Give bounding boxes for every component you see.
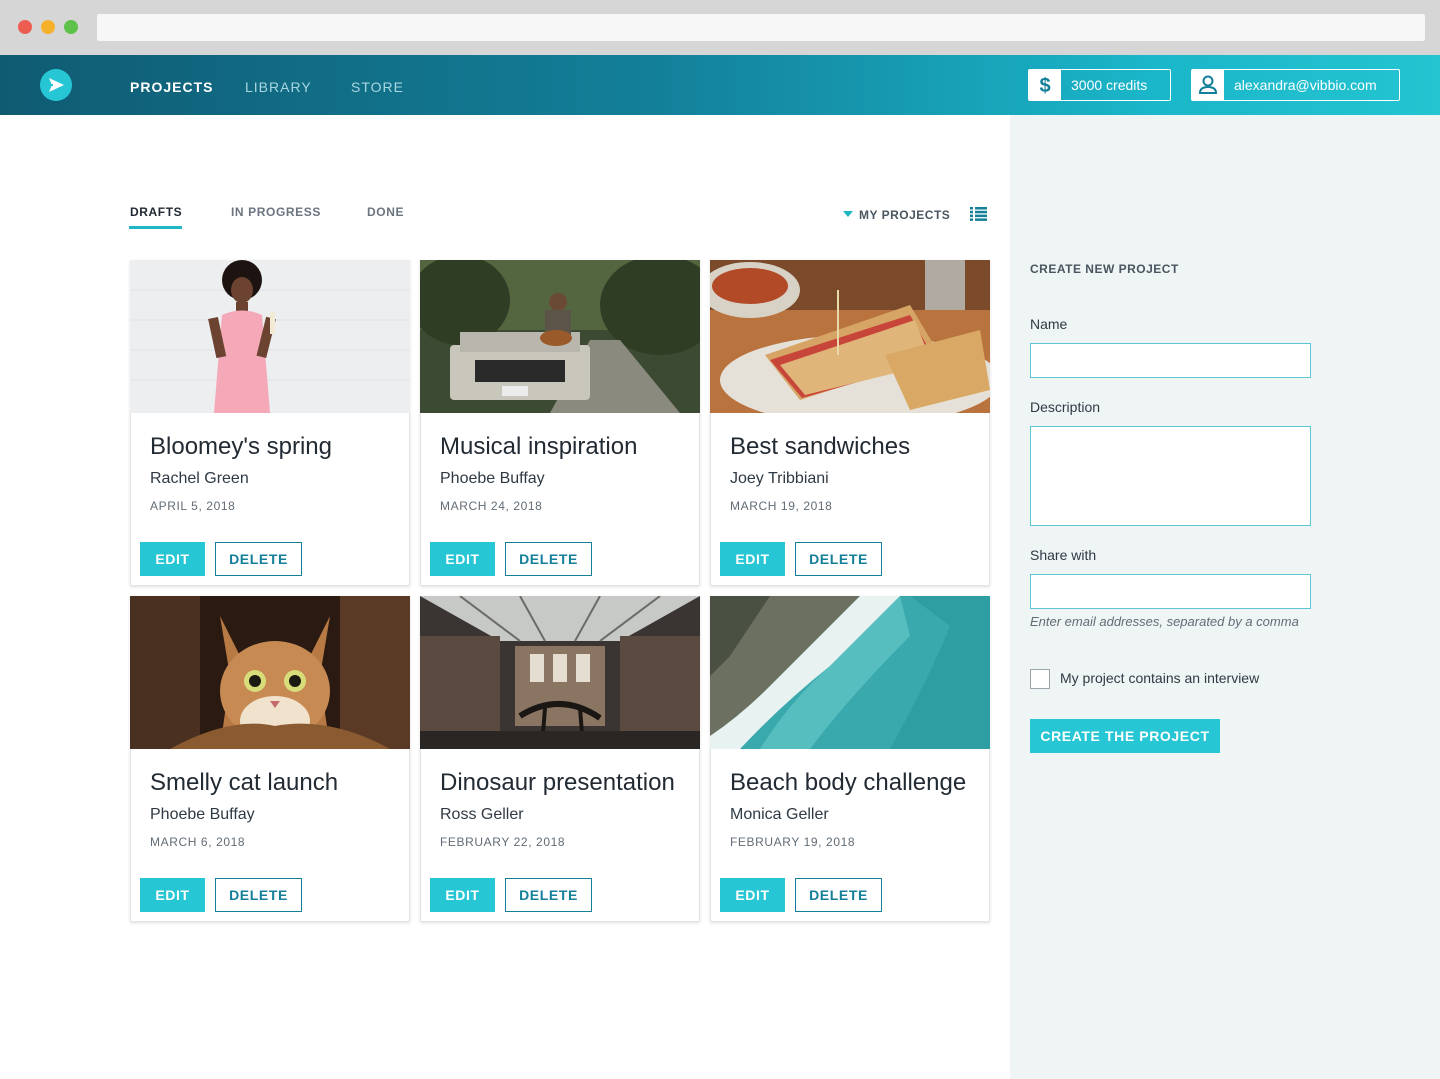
share-with-label: Share with — [1030, 547, 1097, 563]
project-date: APRIL 5, 2018 — [150, 499, 236, 513]
create-project-button[interactable]: CREATE THE PROJECT — [1030, 719, 1220, 753]
active-tab-indicator — [129, 226, 182, 229]
credits-text: 3000 credits — [1071, 77, 1148, 93]
project-date: MARCH 24, 2018 — [440, 499, 543, 513]
project-card[interactable]: Best sandwiches Joey Tribbiani MARCH 19,… — [710, 260, 990, 586]
edit-button[interactable]: EDIT — [720, 878, 785, 912]
project-card[interactable]: Musical inspiration Phoebe Buffay MARCH … — [420, 260, 700, 586]
project-thumbnail-image — [710, 260, 990, 413]
edit-button[interactable]: EDIT — [140, 878, 205, 912]
nav-store[interactable]: STORE — [351, 79, 404, 95]
project-date: FEBRUARY 22, 2018 — [440, 835, 566, 849]
window-close-dot[interactable] — [18, 20, 32, 34]
caret-down-icon — [843, 211, 853, 217]
delete-button[interactable]: DELETE — [215, 878, 302, 912]
edit-button[interactable]: EDIT — [430, 878, 495, 912]
window-maximize-dot[interactable] — [64, 20, 78, 34]
edit-button[interactable]: EDIT — [720, 542, 785, 576]
project-author: Rachel Green — [150, 470, 249, 487]
project-card[interactable]: Beach body challenge Monica Geller FEBRU… — [710, 596, 990, 922]
projects-filter-dropdown[interactable]: MY PROJECTS — [843, 208, 950, 222]
delete-button[interactable]: DELETE — [795, 542, 882, 576]
user-icon — [1192, 70, 1224, 100]
delete-button[interactable]: DELETE — [505, 542, 592, 576]
address-bar[interactable] — [97, 14, 1425, 41]
top-navigation-bar: PROJECTS LIBRARY STORE $ 3000 credits al… — [0, 55, 1440, 115]
project-name-input[interactable] — [1030, 343, 1311, 378]
description-label: Description — [1030, 399, 1101, 415]
project-title: Beach body challenge — [730, 769, 967, 796]
nav-projects[interactable]: PROJECTS — [130, 79, 213, 95]
tab-done[interactable]: DONE — [367, 205, 404, 219]
dollar-icon: $ — [1029, 70, 1061, 100]
project-title: Best sandwiches — [730, 433, 911, 460]
tab-in-progress[interactable]: IN PROGRESS — [231, 205, 321, 219]
create-project-heading: CREATE NEW PROJECT — [1030, 262, 1179, 276]
svg-text:$: $ — [1039, 75, 1050, 97]
project-thumbnail-image — [130, 596, 410, 749]
project-title: Smelly cat launch — [150, 769, 339, 796]
browser-chrome — [0, 0, 1440, 55]
name-label: Name — [1030, 316, 1068, 332]
project-title: Dinosaur presentation — [440, 769, 675, 796]
delete-button[interactable]: DELETE — [505, 878, 592, 912]
play-logo-icon[interactable] — [40, 69, 72, 101]
project-thumbnail-image — [420, 260, 700, 413]
project-title: Bloomey's spring — [150, 433, 332, 460]
user-account-badge[interactable]: alexandra@vibbio.com — [1191, 69, 1400, 101]
edit-button[interactable]: EDIT — [140, 542, 205, 576]
project-date: MARCH 6, 2018 — [150, 835, 246, 849]
project-author: Ross Geller — [440, 806, 524, 823]
window-minimize-dot[interactable] — [41, 20, 55, 34]
user-email: alexandra@vibbio.com — [1234, 77, 1377, 93]
project-author: Joey Tribbiani — [730, 470, 829, 487]
project-card[interactable]: Dinosaur presentation Ross Geller FEBRUA… — [420, 596, 700, 922]
project-card[interactable]: Smelly cat launch Phoebe Buffay MARCH 6,… — [130, 596, 410, 922]
credits-badge[interactable]: $ 3000 credits — [1028, 69, 1171, 101]
project-thumbnail-image — [710, 596, 990, 749]
share-with-hint: Enter email addresses, separated by a co… — [1030, 614, 1299, 629]
delete-button[interactable]: DELETE — [215, 542, 302, 576]
delete-button[interactable]: DELETE — [795, 878, 882, 912]
project-title: Musical inspiration — [440, 433, 638, 460]
interview-checkbox-label[interactable]: My project contains an interview — [1060, 670, 1259, 686]
edit-button[interactable]: EDIT — [430, 542, 495, 576]
nav-library[interactable]: LIBRARY — [245, 79, 312, 95]
project-date: FEBRUARY 19, 2018 — [730, 835, 856, 849]
filter-label: MY PROJECTS — [859, 208, 951, 222]
project-thumbnail-image — [130, 260, 410, 413]
tab-drafts[interactable]: DRAFTS — [130, 205, 182, 219]
create-project-panel: CREATE NEW PROJECT Name Description Shar… — [1010, 115, 1440, 1079]
project-author: Phoebe Buffay — [440, 470, 545, 487]
interview-checkbox[interactable] — [1030, 669, 1050, 689]
project-description-textarea[interactable] — [1030, 426, 1311, 526]
project-author: Phoebe Buffay — [150, 806, 255, 823]
project-date: MARCH 19, 2018 — [730, 499, 833, 513]
project-author: Monica Geller — [730, 806, 829, 823]
project-thumbnail-image — [420, 596, 700, 749]
share-with-input[interactable] — [1030, 574, 1311, 609]
project-card[interactable]: Bloomey's spring Rachel Green APRIL 5, 2… — [130, 260, 410, 586]
list-view-icon[interactable] — [970, 207, 987, 226]
